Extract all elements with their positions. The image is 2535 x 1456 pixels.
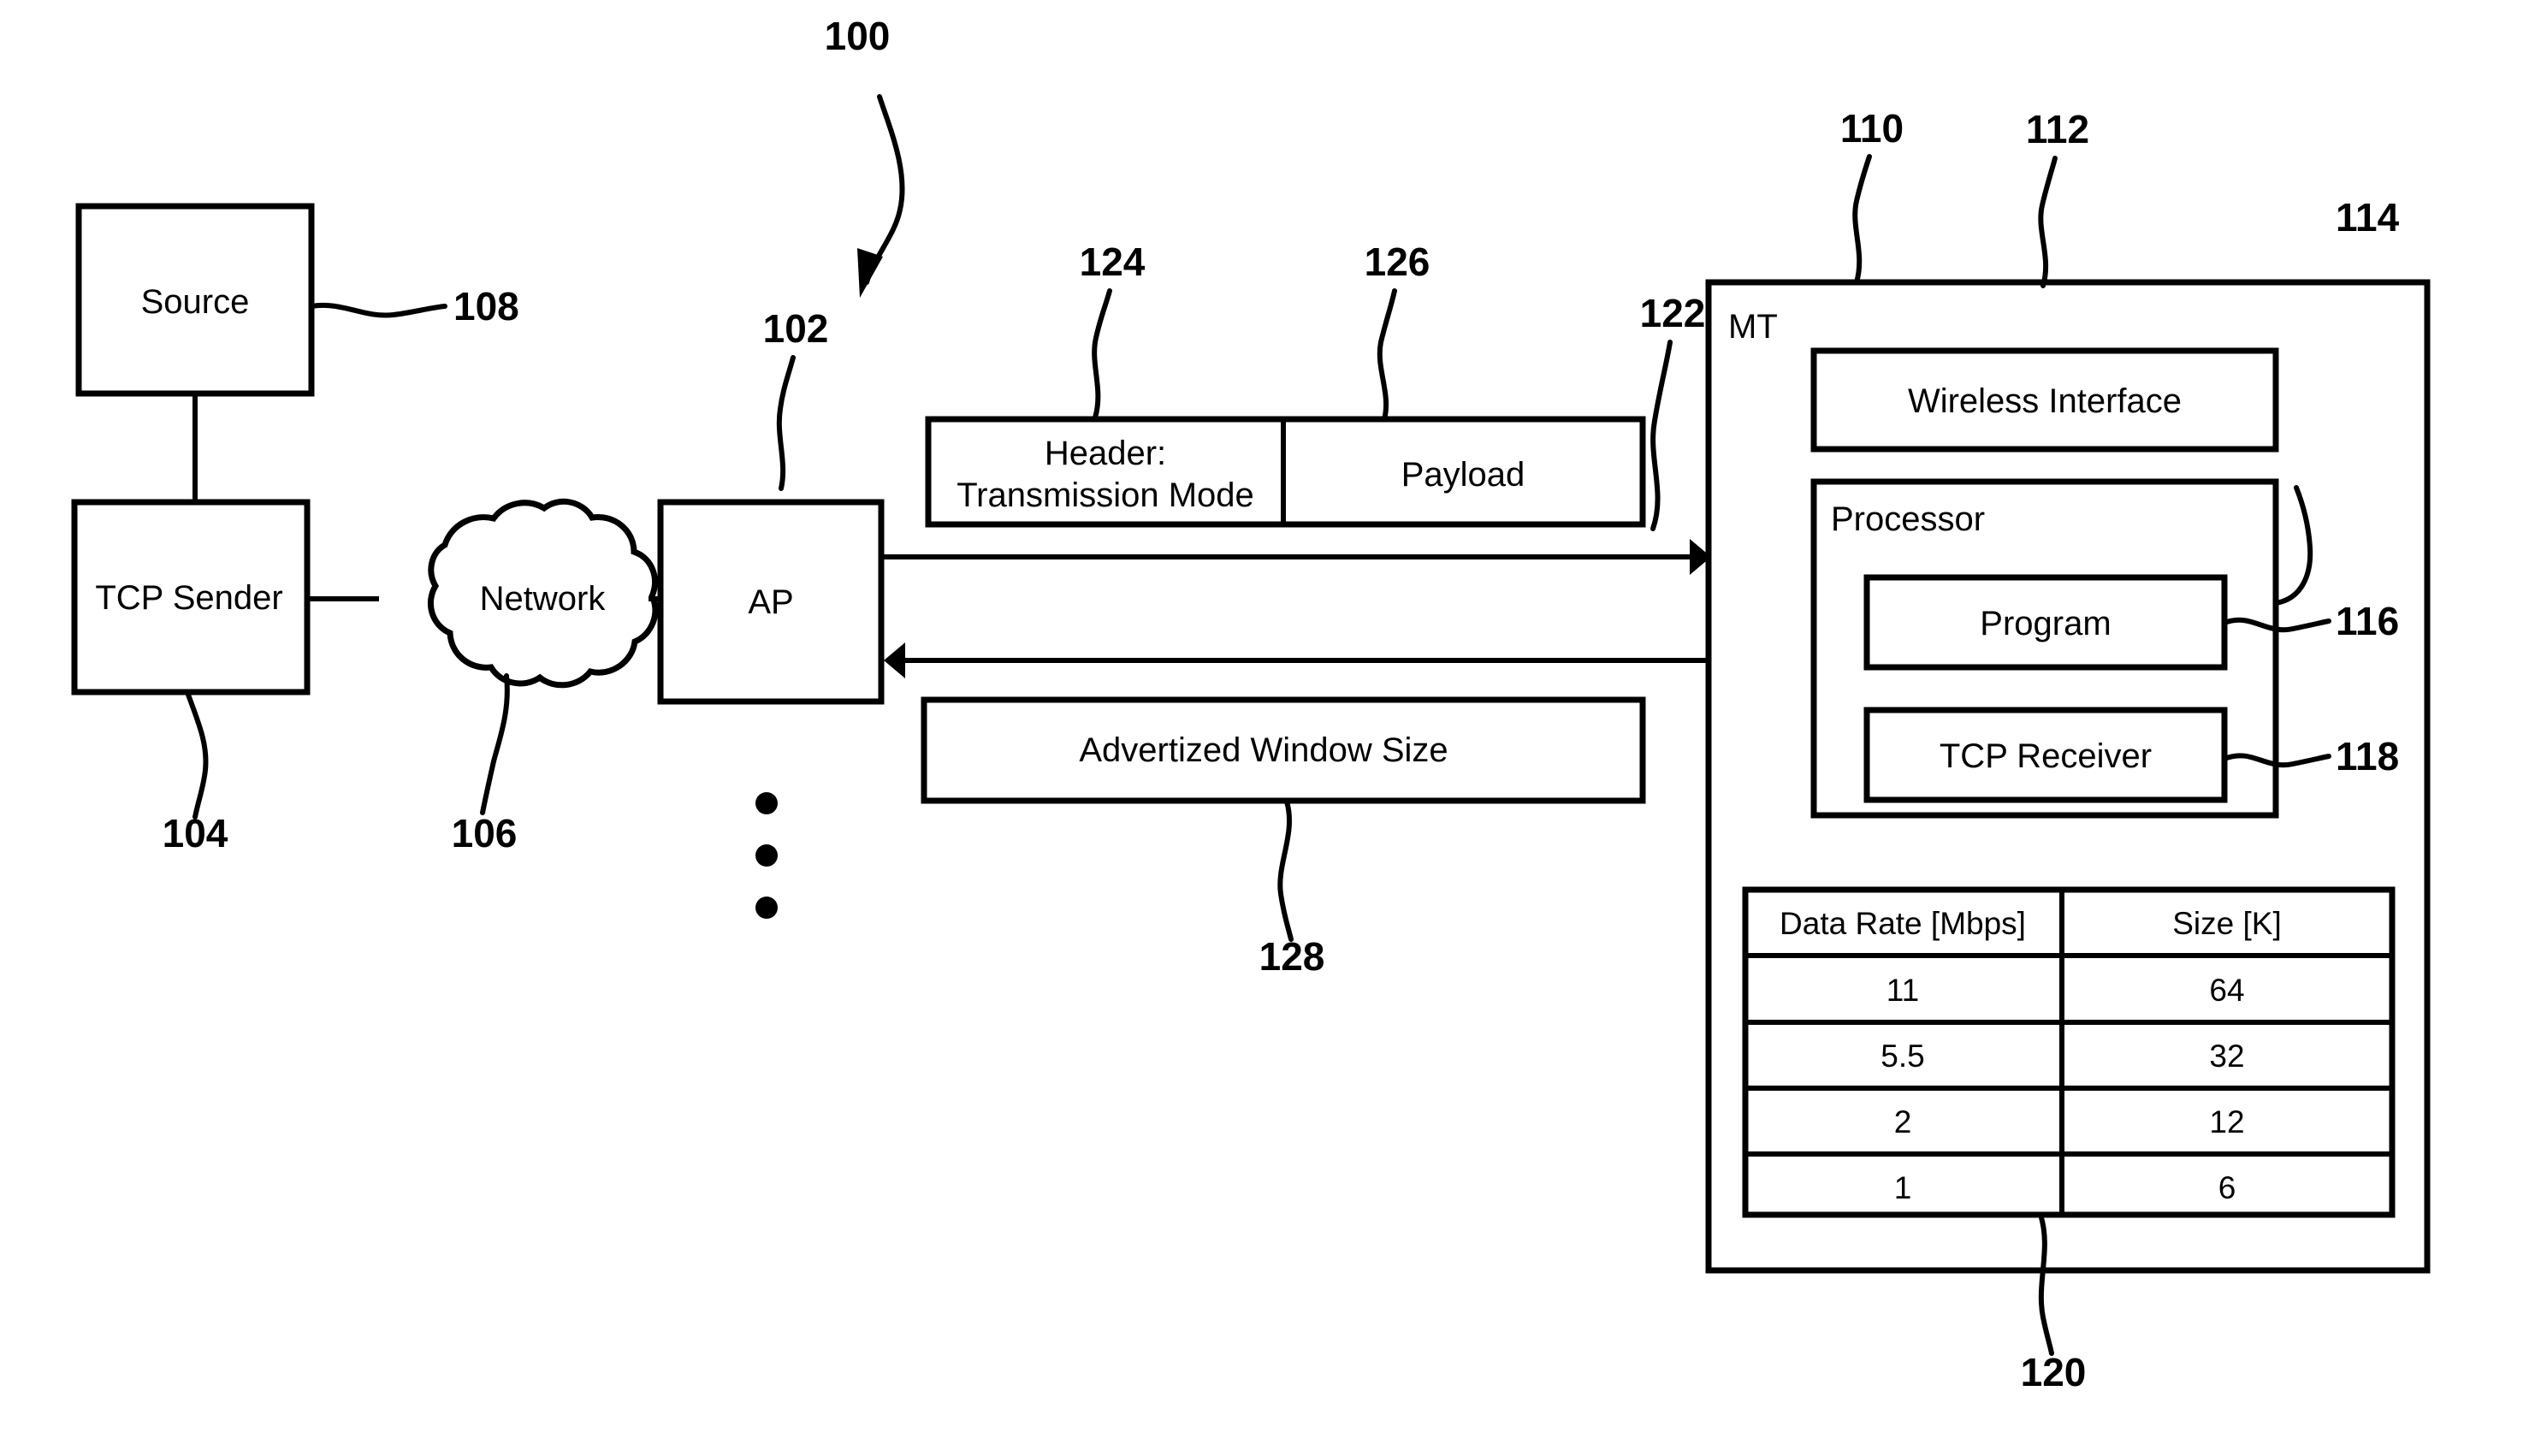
mt-ref-number: 110 [1840, 106, 1904, 151]
processor-ref-number: 114 [2336, 195, 2400, 240]
wireless-interface-label: Wireless Interface [1908, 382, 2182, 420]
header-ref-number: 124 [1080, 240, 1146, 284]
figure-ref-number: 100 [825, 14, 891, 58]
ap-ref-number: 102 [763, 306, 829, 351]
processor-label: Processor [1831, 500, 1985, 538]
mt-ref-leader [1852, 154, 1872, 285]
figure-ref-arrowhead [857, 248, 883, 298]
table-cell-r1c0: 5.5 [1881, 1039, 1924, 1074]
header-label-line1: Header: [1045, 435, 1166, 472]
header-label-line2: Transmission Mode [957, 476, 1254, 514]
table-cell-r2c1: 12 [2209, 1104, 2244, 1139]
source-label: Source [141, 283, 250, 321]
ap-label: AP [748, 583, 793, 621]
advertized-window-ref-leader [1277, 799, 1294, 942]
payload-ref-leader [1377, 288, 1397, 422]
tcp-sender-ref-leader [186, 692, 209, 820]
table-cell-r3c1: 6 [2218, 1170, 2236, 1205]
network-ref-number: 106 [452, 811, 518, 855]
ellipsis-dot-2 [755, 844, 778, 867]
tcp-sender-label: TCP Sender [95, 579, 282, 617]
ap-ref-leader [776, 355, 796, 491]
table-col-header-1: Size [K] [2172, 906, 2282, 941]
advertized-window-ref-number: 128 [1259, 934, 1325, 979]
ellipsis-dot-1 [755, 792, 778, 814]
table-cell-r3c0: 1 [1894, 1170, 1912, 1205]
advertized-window-size-label: Advertized Window Size [1079, 731, 1448, 769]
table-col-header-0: Data Rate [Mbps] [1780, 906, 2026, 941]
table-ref-number: 120 [2021, 1350, 2087, 1394]
source-ref-leader [309, 302, 447, 318]
tcp-receiver-label: TCP Receiver [1940, 737, 2152, 775]
packet-ref-leader [1650, 340, 1673, 531]
program-label: Program [1980, 605, 2111, 642]
network-ref-leader [480, 673, 510, 815]
network-label: Network [480, 580, 607, 618]
mt-label: MT [1728, 308, 1778, 346]
source-ref-number: 108 [453, 284, 519, 328]
payload-label: Payload [1401, 456, 1525, 494]
wireless-interface-ref-leader [2038, 156, 2058, 288]
patent-figure-diagram: 100 108 104 106 102 124 126 122 128 110 … [0, 0, 2535, 1456]
table-cell-r1c1: 32 [2209, 1039, 2244, 1074]
header-ref-leader [1092, 288, 1112, 420]
packet-ref-number: 122 [1640, 291, 1706, 335]
wireless-interface-ref-number: 112 [2026, 107, 2089, 151]
table-cell-r0c1: 64 [2209, 973, 2244, 1008]
tcp-sender-ref-number: 104 [163, 811, 228, 855]
table-cell-r2c0: 2 [1894, 1104, 1912, 1139]
tcp-receiver-ref-number: 118 [2336, 734, 2399, 778]
ellipsis-dot-3 [755, 897, 778, 919]
table-cell-r0c0: 11 [1886, 973, 1919, 1008]
uplink-arrowhead [884, 642, 905, 678]
payload-ref-number: 126 [1365, 240, 1430, 284]
program-ref-number: 116 [2336, 599, 2399, 643]
